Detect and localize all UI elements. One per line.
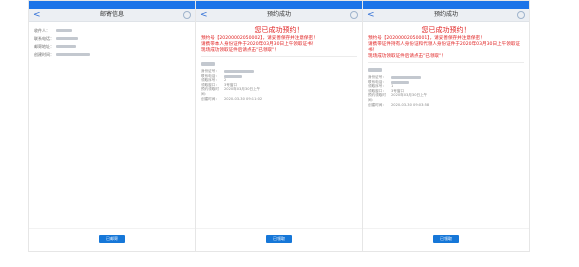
field-label: 收件人： [34,28,50,33]
detail-value: 2020年03月30日上午 [224,87,261,92]
redacted-value [56,29,72,32]
collected-button[interactable]: 已领取 [433,235,459,243]
phone-screen-mailing-info: < 邮寄信息 收件人： 联系电话： 邮寄地址： 创建时间： 已邮寄 [28,0,196,252]
success-heading: 您已成功预约！ [254,26,304,34]
refresh-icon[interactable] [350,11,358,19]
refresh-icon[interactable] [183,11,191,19]
detail-row: 创建时间： 2020-03-30 09:03:58 [368,103,524,108]
nav-bar: < 预约成功 [363,9,529,22]
detail-row: 预约领取时间： 2020年03月30日上午 [368,93,524,102]
redacted-value [224,74,242,78]
nav-bar: < 邮寄信息 [29,9,195,22]
detail-value: 2020年03月30日上午 [391,93,428,98]
field-row: 收件人： [34,28,190,33]
redacted-value [391,76,421,79]
field-label: 邮寄地址： [34,44,54,49]
booking-details: 身份证号： 联系电话： 领取序号： 2 领取窗口： 3号窗口 预约领取时间： 2020… [201,60,357,101]
detail-value: 2020-03-30 09:11:02 [224,96,263,101]
detail-value: 2020-03-30 09:03:58 [391,102,430,107]
confirm-instruction-text: 现场成功领取证件后请点击"已领取"！ [201,48,279,53]
booking-details: 身份证号： 联系电话： 领取序号： 1 领取窗口： 3号窗口 预约领取时间： 2020… [368,66,524,107]
page-title: 预约成功 [433,11,458,18]
pickup-notice-text: 请携带证件持有人身份证和代领人身份证件于2020年03月30日上午领取证书！ [368,42,521,53]
redacted-value [56,37,78,40]
redacted-value [56,53,90,56]
divider [363,228,529,229]
divider [196,228,362,229]
field-row: 联系电话： [34,36,190,41]
detail-row: 预约领取时间： 2020年03月30日上午 [201,87,357,96]
redacted-value [224,70,254,73]
status-bar [196,1,362,9]
detail-label: 预约领取时间： [368,93,386,102]
redacted-name [201,61,357,68]
divider [368,62,524,63]
field-row: 邮寄地址： [34,44,190,49]
redacted-value [56,45,76,48]
detail-label: 创建时间： [201,96,219,101]
field-label: 联系电话： [34,36,54,41]
divider [29,228,195,229]
phone-screen-booking-success: < 预约成功 您已成功预约！ 预约号【20200002050002】，请妥善保存… [195,0,363,252]
success-heading: 您已成功预约！ [421,26,471,34]
booking-content: 您已成功预约！ 预约号【20200002050001】，请妥善保存并注意保密！ … [363,22,529,107]
nav-bar: < 预约成功 [196,9,362,22]
mailed-button[interactable]: 已邮寄 [99,235,125,243]
page-title: 邮寄信息 [99,11,124,18]
divider [201,56,357,57]
mailing-info-content: 收件人： 联系电话： 邮寄地址： 创建时间： [29,22,195,57]
status-bar [29,1,195,9]
phone-screen-booking-success-proxy: < 预约成功 您已成功预约！ 预约号【20200002050001】，请妥善保存… [362,0,530,252]
detail-label: 创建时间： [368,102,386,107]
field-label: 创建时间： [34,52,54,57]
confirm-instruction-text: 现场成功领取证件后请点击"已领取"！ [368,54,446,59]
status-bar [363,1,529,9]
redacted-name [368,67,524,74]
detail-row: 创建时间： 2020-03-30 09:11:02 [201,97,357,102]
field-row: 创建时间： [34,52,190,57]
collected-button[interactable]: 已领取 [266,235,292,243]
refresh-icon[interactable] [517,11,525,19]
page-title: 预约成功 [266,11,291,18]
detail-label: 预约领取时间： [201,87,219,96]
redacted-value [391,80,409,84]
booking-content: 您已成功预约！ 预约号【20200002050002】，请妥善保存并注意保密！ … [196,22,362,101]
